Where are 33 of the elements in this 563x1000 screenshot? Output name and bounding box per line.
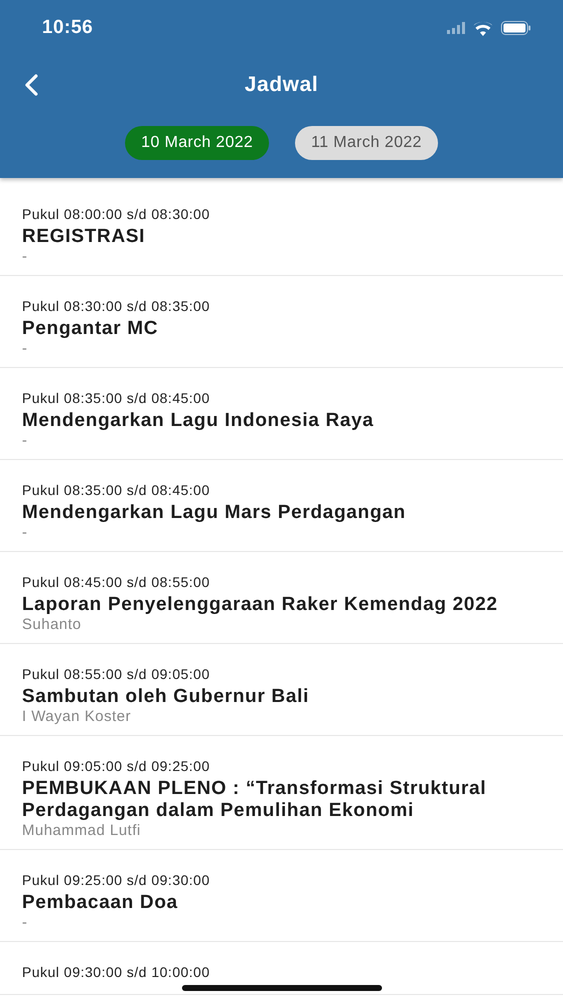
session-title: Mendengarkan Lagu Indonesia Raya — [22, 410, 375, 432]
session-time: Pukul 08:45:00 s/d 08:55:00 — [22, 574, 211, 590]
wifi-icon — [473, 20, 493, 36]
session-speaker: I Wayan Koster — [22, 708, 132, 725]
session-time: Pukul 08:30:00 s/d 08:35:00 — [22, 298, 211, 314]
date-tab[interactable]: 10 March 2022 — [125, 126, 270, 160]
signal-icon — [447, 22, 465, 34]
session-speaker: - — [22, 340, 28, 357]
session-speaker: - — [22, 524, 28, 541]
chevron-left-icon — [24, 74, 38, 96]
session-speaker: Suhanto — [22, 616, 82, 633]
session-time: Pukul 08:55:00 s/d 09:05:00 — [22, 666, 211, 682]
session-speaker: - — [22, 914, 28, 931]
session-time: Pukul 08:00:00 s/d 08:30:00 — [22, 206, 211, 222]
session-title: REGISTRASI — [22, 226, 146, 248]
session-time: Pukul 08:35:00 s/d 08:45:00 — [22, 482, 211, 498]
session-speaker: - — [22, 432, 28, 449]
session-title: Pembacaan Doa — [22, 892, 179, 914]
session-speaker: - — [22, 248, 28, 265]
session-time: Pukul 09:05:00 s/d 09:25:00 — [22, 758, 211, 774]
session-title: Pengantar MC — [22, 318, 160, 340]
battery-icon — [501, 21, 531, 35]
session-time: Pukul 09:30:00 s/d 10:00:00 — [22, 964, 211, 980]
session-title: Mendengarkan Lagu Mars Perdagangan — [22, 502, 407, 524]
date-tab[interactable]: 11 March 2022 — [295, 126, 438, 160]
page-title: Jadwal — [244, 73, 318, 97]
session-time: Pukul 08:35:00 s/d 08:45:00 — [22, 390, 211, 406]
session-title: Laporan Penyelenggaraan Raker Kemendag 2022 — [22, 594, 499, 616]
session-title: PEMBUKAAN PLENO : “Transformasi Struktural Perdagangan dalam Pemulihan Ekonomi — [22, 778, 488, 822]
session-title: Sambutan oleh Gubernur Bali — [22, 686, 310, 708]
session-speaker: Muhammad Lutfi — [22, 822, 142, 839]
status-time: 10:56 — [42, 17, 94, 39]
session-time: Pukul 09:25:00 s/d 09:30:00 — [22, 872, 211, 888]
